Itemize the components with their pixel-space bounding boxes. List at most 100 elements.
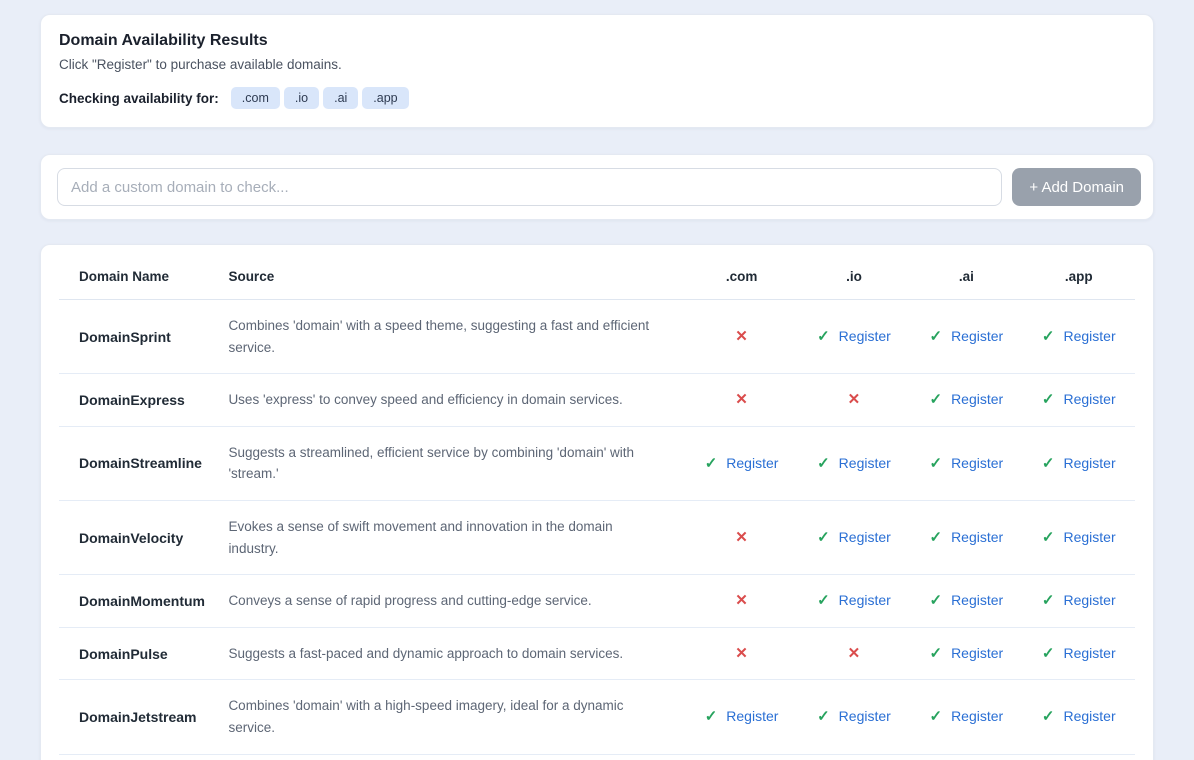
column-header-io: .io [798,251,910,300]
register-link[interactable]: Register [1063,708,1115,724]
check-icon: ✓ [1042,591,1055,609]
check-icon: ✓ [817,707,830,725]
domain-name: DomainMomentum [59,575,220,628]
register-link[interactable]: Register [1063,645,1115,661]
availability-cell-app: ✓Register [1042,327,1116,345]
register-link[interactable]: Register [839,592,891,608]
register-link[interactable]: Register [1063,391,1115,407]
domain-source: Suggests a fast-paced and dynamic approa… [220,627,685,680]
availability-cell-ai: ✓ Register [929,528,1003,546]
availability-cell-ai: ✓ Register [929,591,1003,609]
register-link[interactable]: Register [951,391,1003,407]
unavailable-x-icon: ✕ [848,645,861,662]
domain-name: DomainStreamline [59,426,220,500]
availability-cell-com: ✓Register [705,707,779,725]
register-link[interactable]: Register [951,592,1003,608]
unavailable-x-icon: ✕ [735,592,748,609]
tld-badge-io: .io [284,87,319,109]
tld-badge-app: .app [362,87,408,109]
check-icon: ✓ [929,591,942,609]
availability-cell-io: ✓ Register [817,454,891,472]
register-link[interactable]: Register [839,455,891,471]
register-link[interactable]: Register [726,455,778,471]
domain-name: DomainPulse [59,627,220,680]
availability-table: Domain Name Source .com .io .ai .app Dom… [59,251,1135,755]
register-link[interactable]: Register [1063,529,1115,545]
check-icon: ✓ [817,528,830,546]
table-row: DomainSprintCombines 'domain' with a spe… [59,300,1135,374]
availability-cell-app: ✓Register [1042,707,1116,725]
check-icon: ✓ [1042,528,1055,546]
check-icon: ✓ [817,591,830,609]
check-icon: ✓ [929,454,942,472]
domain-name: DomainExpress [59,374,220,427]
availability-cell-app: ✓ Register [1042,390,1116,408]
page: Domain Availability Results Click "Regis… [0,0,1194,760]
domain-source: Uses 'express' to convey speed and effic… [220,374,685,427]
tld-badge-ai: .ai [323,87,358,109]
register-link[interactable]: Register [951,645,1003,661]
unavailable-x-icon: ✕ [848,391,861,408]
table-row: DomainJetstreamCombines 'domain' with a … [59,680,1135,754]
availability-cell-ai: ✓ Register [929,644,1003,662]
add-domain-button[interactable]: + Add Domain [1012,168,1141,206]
availability-cell-com: ✓Register [705,454,779,472]
availability-cell-ai: ✓ Register [929,390,1003,408]
register-link[interactable]: Register [951,328,1003,344]
availability-cell-io: ✓ Register [817,591,891,609]
domain-source: Evokes a sense of swift movement and inn… [220,500,685,574]
register-link[interactable]: Register [1063,455,1115,471]
check-icon: ✓ [1042,390,1055,408]
check-icon: ✓ [1042,644,1055,662]
register-link[interactable]: Register [726,708,778,724]
register-link[interactable]: Register [839,708,891,724]
table-header-row: Domain Name Source .com .io .ai .app [59,251,1135,300]
domain-source: Combines 'domain' with a speed theme, su… [220,300,685,374]
table-row: DomainMomentumConveys a sense of rapid p… [59,575,1135,628]
availability-cell-app: ✓ Register [1042,528,1116,546]
check-icon: ✓ [929,528,942,546]
page-title: Domain Availability Results [59,32,1135,50]
unavailable-x-icon: ✕ [735,328,748,345]
register-link[interactable]: Register [839,328,891,344]
domain-name: DomainVelocity [59,500,220,574]
domain-name: DomainJetstream [59,680,220,754]
unavailable-x-icon: ✕ [735,645,748,662]
table-row: DomainVelocityEvokes a sense of swift mo… [59,500,1135,574]
availability-cell-io: ✓ Register [817,528,891,546]
table-row: DomainPulseSuggests a fast-paced and dyn… [59,627,1135,680]
availability-cell-io: ✓ Register [817,707,891,725]
check-icon: ✓ [929,707,942,725]
results-header-card: Domain Availability Results Click "Regis… [40,14,1154,128]
column-header-com: .com [685,251,797,300]
register-link[interactable]: Register [839,529,891,545]
custom-domain-input[interactable] [57,168,1002,206]
register-link[interactable]: Register [951,455,1003,471]
tld-badge-list: .com.io.ai.app [231,87,413,109]
check-icon: ✓ [817,454,830,472]
domain-name: DomainSprint [59,300,220,374]
table-row: DomainStreamlineSuggests a streamlined, … [59,426,1135,500]
availability-cell-app: ✓Register [1042,454,1116,472]
register-link[interactable]: Register [951,529,1003,545]
domain-source: Combines 'domain' with a high-speed imag… [220,680,685,754]
unavailable-x-icon: ✕ [735,529,748,546]
column-header-app: .app [1023,251,1135,300]
check-icon: ✓ [929,327,942,345]
checking-label: Checking availability for: [59,91,219,106]
column-header-source: Source [220,251,685,300]
availability-cell-ai: ✓ Register [929,327,1003,345]
register-link[interactable]: Register [1063,328,1115,344]
register-link[interactable]: Register [951,708,1003,724]
domain-source: Suggests a streamlined, efficient servic… [220,426,685,500]
check-icon: ✓ [929,644,942,662]
availability-cell-ai: ✓ Register [929,454,1003,472]
table-row: DomainExpressUses 'express' to convey sp… [59,374,1135,427]
tld-badge-com: .com [231,87,280,109]
check-icon: ✓ [929,390,942,408]
check-icon: ✓ [817,327,830,345]
register-link[interactable]: Register [1063,592,1115,608]
results-table-card: Domain Name Source .com .io .ai .app Dom… [40,244,1154,760]
add-domain-card: + Add Domain [40,154,1154,220]
availability-cell-app: ✓ Register [1042,644,1116,662]
